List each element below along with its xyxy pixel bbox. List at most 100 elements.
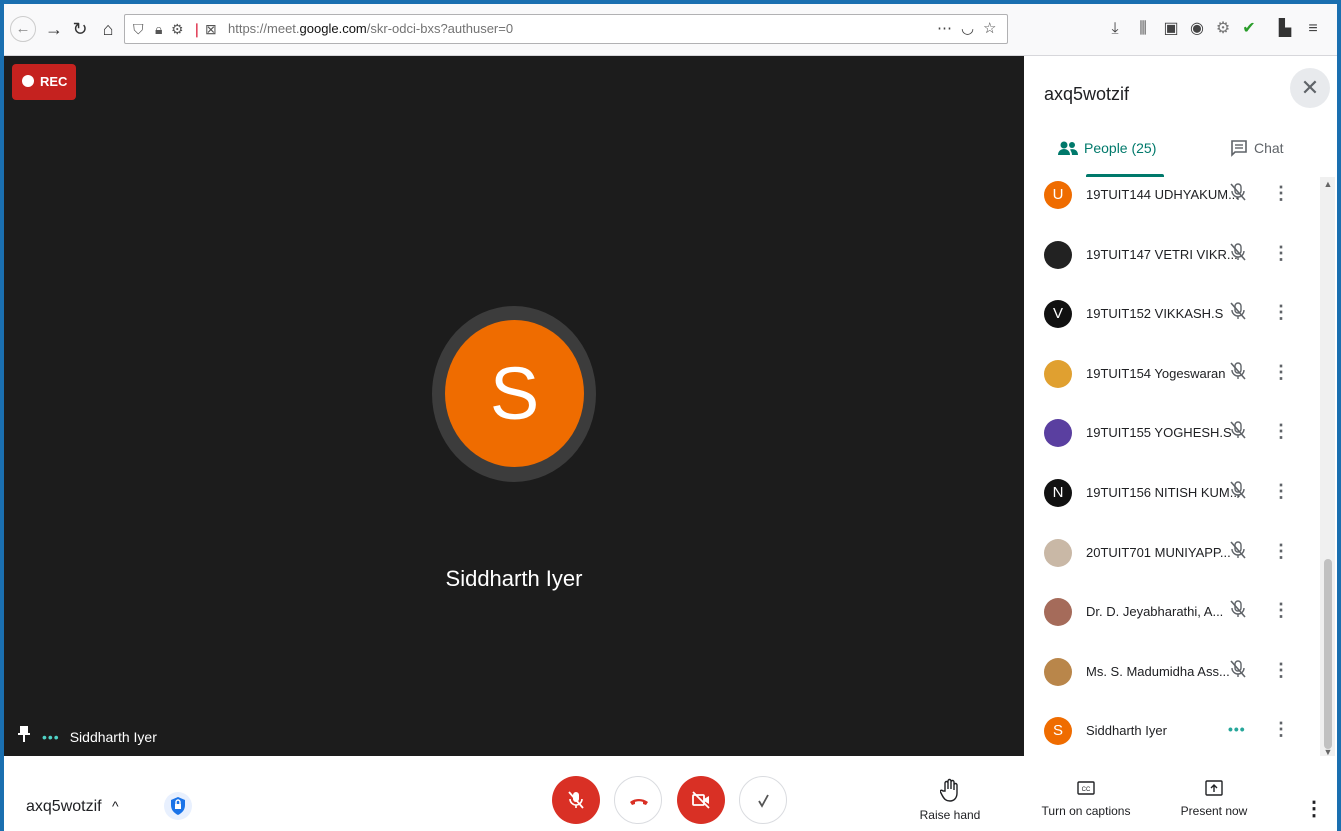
home-icon[interactable]: ⌂ <box>96 18 120 40</box>
browser-window: ← → ↻ ⌂ ⛉ 🔒︎ ⚙ ❘ ⊠ https://meet.google.c… <box>4 4 1337 831</box>
scroll-up-icon[interactable]: ▲ <box>1322 179 1334 189</box>
reload-icon[interactable]: ↻ <box>68 18 92 40</box>
participant-avatar <box>1044 538 1072 567</box>
browser-toolbar: ← → ↻ ⌂ ⛉ 🔒︎ ⚙ ❘ ⊠ https://meet.google.c… <box>4 4 1337 56</box>
participant-row[interactable]: 19TUIT154 Yogeswaran ⋮ <box>1024 356 1320 416</box>
participant-more-icon[interactable]: ⋮ <box>1272 300 1290 324</box>
shield-icon[interactable]: ⛉ <box>133 19 144 39</box>
mic-toggle-button[interactable] <box>552 776 600 824</box>
checkmark-extension-icon[interactable]: ✔ <box>1238 18 1260 40</box>
participant-avatar: V <box>1044 300 1072 329</box>
participant-name: Siddharth Iyer <box>1086 723 1167 739</box>
back-icon[interactable]: ← <box>10 16 36 42</box>
scrollbar-thumb[interactable] <box>1324 559 1332 749</box>
participant-name: 19TUIT154 Yogeswaran <box>1086 365 1226 381</box>
participant-more-icon[interactable]: ⋮ <box>1272 241 1290 265</box>
camera-off-icon <box>692 791 710 809</box>
participant-name: 19TUIT144 UDHYAKUM... <box>1086 187 1239 202</box>
mic-muted-icon <box>1226 418 1250 442</box>
mic-muted-icon <box>1226 359 1250 383</box>
raise-hand-button[interactable]: Raise hand <box>900 778 1000 822</box>
participant-more-icon[interactable]: ⋮ <box>1272 658 1290 682</box>
participant-avatar <box>1044 240 1072 269</box>
tab-people[interactable]: People (25) <box>1058 138 1156 174</box>
camera-toggle-button[interactable] <box>677 776 725 824</box>
close-icon: ✕ <box>1300 75 1320 100</box>
captions-icon: CC <box>1077 781 1095 795</box>
present-now-button[interactable]: Present now <box>1164 778 1264 818</box>
url-text[interactable]: https://meet.google.com/skr-odci-bxs?aut… <box>228 21 513 36</box>
check-icon <box>758 794 769 808</box>
participant-more-icon[interactable]: ⋮ <box>1272 479 1290 503</box>
shield-lock-icon <box>171 797 185 815</box>
chat-icon <box>1231 140 1247 157</box>
participant-row[interactable]: N 19TUIT156 NITISH KUM... ⋮ <box>1024 475 1320 535</box>
svg-text:CC: CC <box>1082 787 1091 793</box>
people-panel: axq5wotzif ✕ People (25) Chat U 19TUIT144… <box>1024 56 1337 760</box>
participant-row[interactable]: 19TUIT147 VETRI VIKR... ⋮ <box>1024 237 1320 297</box>
participant-row[interactable]: V 19TUIT152 VIKKASH.S ⋮ <box>1024 296 1320 356</box>
video-stage: REC S Siddharth Iyer ••• Siddharth Iyer <box>4 56 1024 756</box>
participant-name: Ms. S. Madumidha Ass... <box>1086 663 1230 679</box>
pin-icon[interactable] <box>18 726 30 745</box>
participant-row[interactable]: U 19TUIT144 UDHYAKUM... ⋮ <box>1024 177 1320 237</box>
host-controls-button[interactable] <box>164 792 192 820</box>
tab-chat[interactable]: Chat <box>1230 138 1284 174</box>
raise-hand-icon <box>940 778 958 802</box>
speaker-avatar: S <box>445 320 584 467</box>
participant-row[interactable]: Ms. S. Madumidha Ass... ⋮ <box>1024 654 1320 714</box>
participant-more-icon[interactable]: ⋮ <box>1272 419 1290 443</box>
camera-blocked-icon[interactable]: ⊠ <box>205 19 217 39</box>
forward-icon[interactable]: → <box>42 18 66 40</box>
participant-more-icon[interactable]: ⋮ <box>1272 181 1290 205</box>
mic-muted-icon <box>1226 597 1250 621</box>
recording-badge: REC <box>12 64 76 100</box>
mic-muted-icon <box>1226 240 1250 264</box>
participant-row[interactable]: 20TUIT701 MUNIYAPP... ⋮ <box>1024 535 1320 595</box>
mic-muted-icon <box>1226 538 1250 562</box>
permissions-icon[interactable]: ⚙ <box>171 19 184 39</box>
account-icon[interactable]: ◉ <box>1186 18 1208 40</box>
extension-button[interactable] <box>739 776 787 824</box>
present-icon <box>1205 780 1223 796</box>
bottom-bar: axq5wotzif ^ Raise hand CC Turn on capti… <box>4 756 1337 831</box>
leave-call-button[interactable] <box>614 776 662 824</box>
participant-more-icon[interactable]: ⋮ <box>1272 360 1290 384</box>
speaking-indicator-icon: ••• <box>1228 721 1246 738</box>
url-bar[interactable]: ⛉ 🔒︎ ⚙ ❘ ⊠ https://meet.google.com/skr-o… <box>124 14 1008 44</box>
captions-button[interactable]: CC Turn on captions <box>1026 778 1146 818</box>
participant-name: 20TUIT701 MUNIYAPP... <box>1086 544 1231 560</box>
extension-icon[interactable]: ⚙ <box>1212 18 1234 40</box>
bookmark-star-icon[interactable]: ☆ <box>983 19 996 39</box>
participant-more-icon[interactable]: ⋮ <box>1272 539 1290 563</box>
pocket-icon[interactable]: ◡ <box>961 19 974 39</box>
participant-name: 19TUIT147 VETRI VIKR... <box>1086 246 1238 262</box>
close-panel-button[interactable]: ✕ <box>1290 68 1330 108</box>
speaker-name: Siddharth Iyer <box>445 566 583 591</box>
menu-icon[interactable]: ≡ <box>1302 18 1324 40</box>
panel-scrollbar[interactable]: ▲ ▼ <box>1320 177 1335 760</box>
participant-avatar: N <box>1044 479 1072 507</box>
mic-muted-icon <box>1226 180 1250 204</box>
record-dot-icon <box>22 75 34 88</box>
participant-more-icon[interactable]: ⋮ <box>1272 717 1290 741</box>
extension-puzzle-icon[interactable]: ▙ <box>1274 18 1296 40</box>
participant-row[interactable]: Dr. D. Jeyabharathi, A... ⋮ <box>1024 594 1320 654</box>
lock-icon[interactable]: 🔒︎ <box>155 19 162 39</box>
library-icon[interactable]: ⫼ <box>1132 18 1154 40</box>
participant-more-icon[interactable]: ⋮ <box>1272 598 1290 622</box>
participant-row[interactable]: S Siddharth Iyer ••• ⋮ <box>1024 713 1320 760</box>
self-tile: ••• Siddharth Iyer <box>18 726 157 745</box>
sidebar-icon[interactable]: ▣ <box>1160 18 1182 40</box>
mic-muted-icon <box>1226 299 1250 323</box>
participant-name: 19TUIT155 YOGHESH.S <box>1086 425 1232 441</box>
participant-row[interactable]: 19TUIT155 YOGHESH.S ⋮ <box>1024 415 1320 475</box>
page-actions-icon[interactable]: ⋯ <box>937 19 952 39</box>
download-icon[interactable]: ⤓ <box>1104 18 1126 40</box>
mic-indicator-icon[interactable]: ❘ <box>191 19 203 39</box>
mic-off-icon <box>568 791 584 809</box>
meeting-details-button[interactable]: axq5wotzif ^ <box>26 798 119 816</box>
self-name: Siddharth Iyer <box>69 729 157 745</box>
more-options-icon[interactable]: ⋮ <box>1304 796 1324 821</box>
hang-up-icon <box>630 799 648 805</box>
